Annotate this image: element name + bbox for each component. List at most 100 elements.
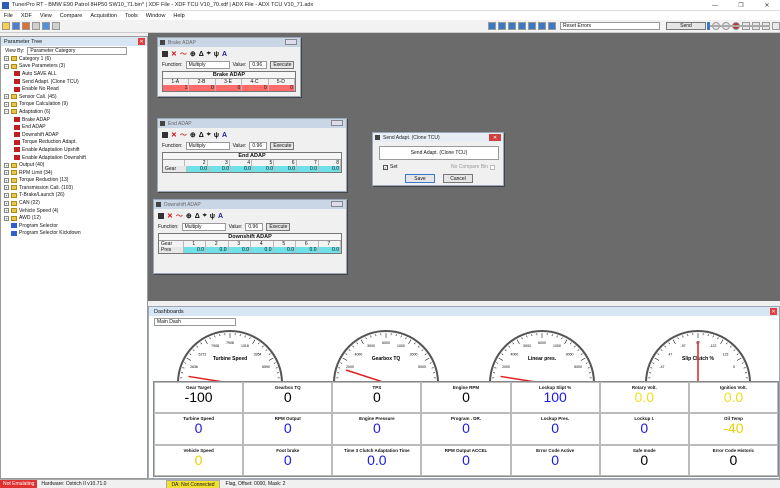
link-icon[interactable] bbox=[528, 22, 536, 30]
value-cell[interactable]: 0 bbox=[189, 85, 216, 91]
tree-item[interactable]: Program Selector Kickdown bbox=[4, 230, 147, 238]
tree-item[interactable]: + Transmission Cali. (103) bbox=[4, 184, 147, 192]
menu-acquisition[interactable]: Acquisition bbox=[86, 13, 121, 19]
expander-icon[interactable]: − bbox=[4, 109, 9, 115]
download-icon[interactable] bbox=[42, 22, 50, 30]
scale-icon[interactable]: Δ bbox=[199, 132, 204, 139]
tree-item[interactable]: + RPM Limit (34) bbox=[4, 169, 147, 177]
menu-tools[interactable]: Tools bbox=[121, 13, 142, 19]
compare-icon[interactable]: ⌖ bbox=[203, 212, 207, 220]
tree-item[interactable]: Enable No Read bbox=[4, 85, 147, 93]
tree-item[interactable]: Torque Reduction Adapt. bbox=[4, 139, 147, 147]
compare-icon[interactable]: ⌖ bbox=[207, 131, 211, 139]
upload-arrow-icon[interactable] bbox=[488, 22, 496, 30]
playback-slider-thumb[interactable] bbox=[707, 22, 710, 30]
value-cell[interactable]: 0.0 bbox=[319, 166, 341, 172]
tree-item[interactable]: + Output (40) bbox=[4, 161, 147, 169]
menu-compare[interactable]: Compare bbox=[56, 13, 87, 19]
compare-icon[interactable]: ⌖ bbox=[207, 50, 211, 58]
globe-icon[interactable]: ⊕ bbox=[186, 212, 192, 220]
save-icon[interactable] bbox=[162, 51, 168, 57]
save-icon[interactable] bbox=[162, 132, 168, 138]
send-button[interactable]: Send bbox=[666, 22, 706, 30]
value-cell[interactable]: 0.0 bbox=[187, 166, 209, 172]
end-adap-titlebar[interactable]: End ADAP bbox=[158, 119, 346, 128]
value-cell[interactable]: 0 bbox=[215, 85, 243, 91]
value-cell[interactable]: 0.0 bbox=[253, 166, 275, 172]
maximize-button[interactable]: ❐ bbox=[728, 0, 754, 11]
view-by-select[interactable]: Parameter Category bbox=[27, 46, 128, 55]
execute-button[interactable]: Execute bbox=[266, 223, 291, 231]
value-cell[interactable]: 0.0 bbox=[297, 166, 319, 172]
value-cell[interactable]: 0.0 bbox=[318, 247, 341, 253]
flag-icon[interactable]: ψ bbox=[214, 132, 219, 139]
menu-view[interactable]: View bbox=[36, 13, 56, 19]
value-cell[interactable]: 0.0 bbox=[273, 247, 296, 253]
tree-item[interactable]: Auto SAVE ALL bbox=[4, 70, 147, 78]
playback-slider[interactable] bbox=[710, 25, 770, 27]
expander-icon[interactable]: + bbox=[4, 56, 9, 62]
set-checkbox[interactable]: ✓ bbox=[383, 164, 388, 170]
delete-icon[interactable]: ✕ bbox=[171, 131, 177, 139]
tree-item[interactable]: Enable Adaptation Upshift bbox=[4, 146, 147, 154]
expander-icon[interactable]: + bbox=[4, 185, 9, 191]
sync-icon[interactable] bbox=[508, 22, 516, 30]
expander-icon[interactable]: + bbox=[4, 192, 9, 198]
graph-icon[interactable]: 〜 bbox=[180, 130, 187, 140]
forward-icon[interactable] bbox=[772, 22, 780, 30]
expander-icon[interactable]: + bbox=[4, 200, 9, 206]
close-icon[interactable]: ✕ bbox=[138, 38, 145, 45]
tree-item[interactable]: + Category 1 (6) bbox=[4, 55, 147, 63]
expander-icon[interactable]: + bbox=[4, 94, 9, 100]
expander-icon[interactable]: + bbox=[4, 208, 9, 214]
menu-window[interactable]: Window bbox=[142, 13, 170, 19]
tree-item[interactable]: + Torque Calculation (9) bbox=[4, 101, 147, 109]
open-icon[interactable] bbox=[2, 22, 10, 30]
graph-icon[interactable]: 〜 bbox=[180, 49, 187, 59]
save-button[interactable]: Save bbox=[405, 174, 435, 183]
download-arrow-icon[interactable] bbox=[498, 22, 506, 30]
value-cell[interactable]: 0.0 bbox=[209, 166, 231, 172]
value-cell[interactable]: 0.0 bbox=[231, 166, 253, 172]
value-cell[interactable]: 1 bbox=[163, 85, 190, 91]
tree-item[interactable]: + T-Brake/Launch (26) bbox=[4, 192, 147, 200]
expander-icon[interactable]: + bbox=[4, 101, 9, 107]
execute-button[interactable]: Execute bbox=[270, 142, 295, 150]
value-input[interactable]: 0.96 bbox=[245, 223, 264, 231]
no-compare-checkbox[interactable] bbox=[489, 164, 495, 170]
font-icon[interactable]: A bbox=[222, 132, 227, 139]
expander-icon[interactable]: + bbox=[4, 162, 9, 168]
value-cell[interactable]: 0 bbox=[268, 85, 296, 91]
tree-item[interactable]: + Torque Reduction (13) bbox=[4, 177, 147, 185]
tree-item[interactable]: − Save Parameters (3) bbox=[4, 63, 147, 71]
help-icon[interactable] bbox=[52, 22, 60, 30]
menu-file[interactable]: File bbox=[0, 13, 17, 19]
menu-xdf[interactable]: XDF bbox=[17, 13, 36, 19]
bin-icon[interactable] bbox=[548, 22, 556, 30]
cancel-button[interactable]: Cancel bbox=[443, 174, 473, 183]
tree-item[interactable]: Downshift ADAP bbox=[4, 131, 147, 139]
value-cell[interactable]: 0.0 bbox=[296, 247, 319, 253]
dashboard-select[interactable]: Main Dash bbox=[154, 318, 236, 326]
flag-icon[interactable]: ψ bbox=[214, 51, 219, 58]
value-input[interactable]: 0.96 bbox=[249, 61, 268, 69]
window-buttons[interactable] bbox=[285, 39, 297, 45]
value-cell[interactable]: 0 bbox=[242, 85, 269, 91]
delete-icon[interactable]: ✕ bbox=[171, 50, 177, 58]
globe-icon[interactable]: ⊕ bbox=[190, 131, 196, 139]
expander-icon[interactable]: + bbox=[4, 177, 9, 183]
expander-icon[interactable]: − bbox=[4, 63, 9, 69]
tree-item[interactable]: + AWD (12) bbox=[4, 214, 147, 222]
delete-icon[interactable]: ✕ bbox=[167, 212, 173, 220]
dialog-titlebar[interactable]: Send Adapt. (Clone TCU) ✕ bbox=[373, 133, 503, 142]
tree-item[interactable]: Send Adapt. (Clone TCU) bbox=[4, 78, 147, 86]
scale-icon[interactable]: Δ bbox=[199, 51, 204, 58]
font-icon[interactable]: A bbox=[218, 213, 223, 220]
save-icon[interactable] bbox=[158, 213, 164, 219]
window-buttons[interactable] bbox=[331, 120, 343, 126]
value-cell[interactable]: 0.0 bbox=[206, 247, 229, 253]
expander-icon[interactable]: + bbox=[4, 215, 9, 221]
brake-adap-titlebar[interactable]: Brake ADAP bbox=[158, 38, 300, 47]
verify-icon[interactable] bbox=[518, 22, 526, 30]
window-buttons[interactable] bbox=[331, 201, 343, 207]
